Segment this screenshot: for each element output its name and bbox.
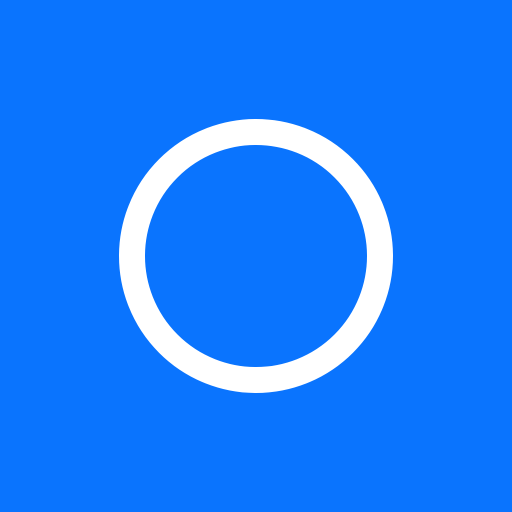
circle-ring — [119, 119, 393, 393]
app-icon-background — [0, 0, 512, 512]
circle-icon — [119, 119, 393, 393]
